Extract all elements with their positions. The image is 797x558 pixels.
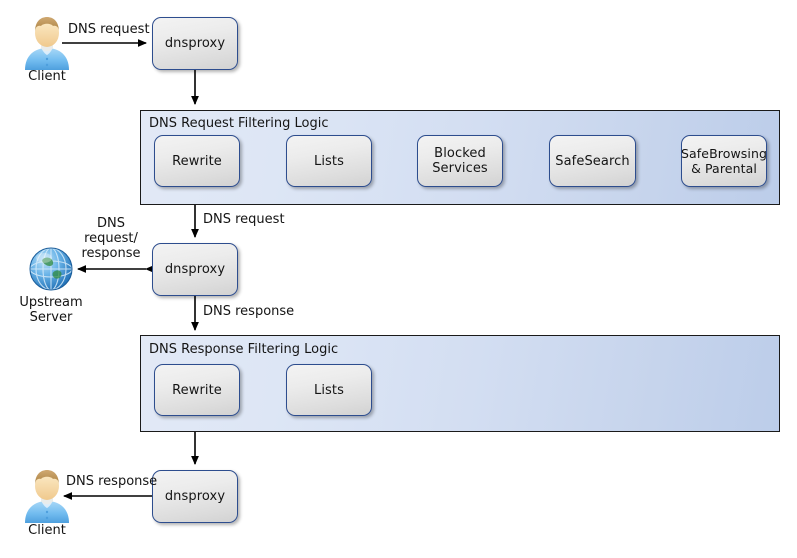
stage-label-safesearch: SafeSearch [555, 153, 630, 169]
panel-title-request-filtering: DNS Request Filtering Logic [149, 116, 329, 131]
dnsproxy-label-3: dnsproxy [164, 489, 226, 504]
edge-label-dns-request-mid: DNS request [203, 212, 285, 227]
actor-label-client-top: Client [28, 69, 66, 84]
stage-label-lists: Lists [314, 153, 344, 169]
dnsproxy-box-2[interactable]: dnsproxy [152, 243, 238, 296]
edge-label-dns-request-client: DNS request [68, 22, 150, 37]
stage-label-blocked-services: Blocked Services [432, 146, 488, 176]
dnsproxy-box-1[interactable]: dnsproxy [152, 17, 238, 70]
edge-label-dns-request-response: DNS request/ response [81, 216, 141, 261]
panel-title-response-filtering: DNS Response Filtering Logic [149, 342, 339, 357]
stage-box-blocked-services[interactable]: Blocked Services [417, 135, 503, 187]
stage-box-rewrite[interactable]: Rewrite [154, 135, 240, 187]
actor-label-client-bottom: Client [28, 523, 66, 538]
dnsproxy-label-2: dnsproxy [164, 262, 226, 277]
edge-label-dns-response-client: DNS response [66, 474, 158, 489]
dnsproxy-box-3[interactable]: dnsproxy [152, 470, 238, 523]
dnsproxy-label-1: dnsproxy [164, 36, 226, 51]
diagram-canvas: Client DNS request dnsproxy DNS Request … [0, 0, 797, 558]
stage-box-safebrowsing-parental[interactable]: SafeBrowsing & Parental [681, 135, 767, 187]
stage-label-rewrite-response: Rewrite [172, 382, 222, 398]
edge-label-dns-response-mid: DNS response [203, 304, 295, 319]
stage-box-lists[interactable]: Lists [286, 135, 372, 187]
actor-label-upstream-server: Upstream Server [19, 295, 83, 325]
stage-box-rewrite-response[interactable]: Rewrite [154, 364, 240, 416]
stage-box-lists-response[interactable]: Lists [286, 364, 372, 416]
person-icon [25, 17, 69, 70]
stage-label-lists-response: Lists [314, 382, 344, 398]
stage-box-safesearch[interactable]: SafeSearch [549, 135, 636, 187]
stage-label-rewrite: Rewrite [172, 153, 222, 169]
stage-label-safebrowsing-parental: SafeBrowsing & Parental [680, 146, 768, 176]
globe-icon [29, 247, 73, 291]
